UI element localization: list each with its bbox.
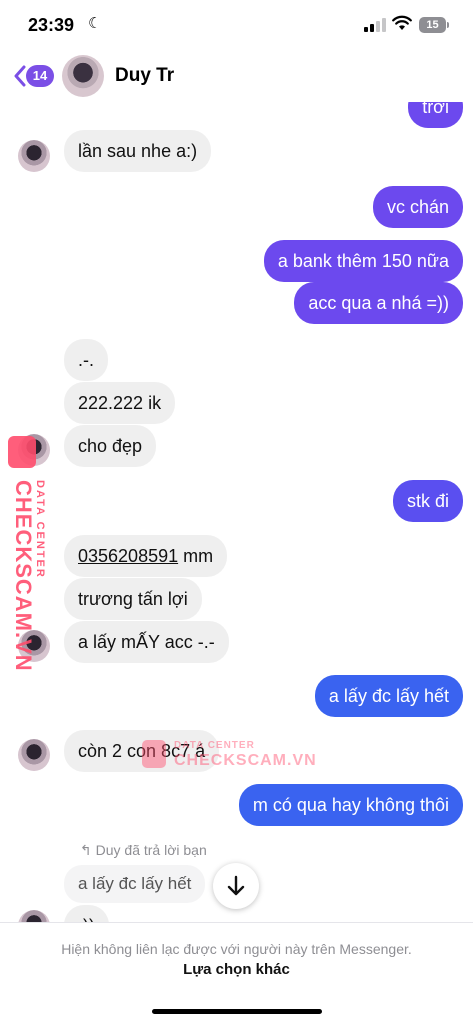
- watermark-brand: CHECKSCAM.VN: [11, 480, 36, 672]
- message-outgoing[interactable]: m có qua hay không thôi: [238, 784, 463, 826]
- status-time: 23:39: [28, 15, 75, 35]
- message-incoming[interactable]: cho đẹp: [64, 425, 157, 467]
- battery-tip: [447, 22, 449, 28]
- status-bar: 23:39 ☾ 15: [0, 0, 473, 50]
- message-outgoing[interactable]: a bank thêm 150 nữa: [263, 240, 463, 282]
- message-outgoing[interactable]: stk đi: [392, 480, 463, 522]
- message-incoming[interactable]: :)): [64, 905, 109, 922]
- message-outgoing[interactable]: acc qua a nhá =)): [294, 282, 463, 324]
- sender-avatar[interactable]: [18, 739, 50, 771]
- message-incoming[interactable]: 222.222 ik: [64, 382, 176, 424]
- chevron-left-icon: [14, 65, 26, 87]
- message-outgoing[interactable]: vc chán: [372, 186, 463, 228]
- message-incoming[interactable]: .-.: [64, 339, 108, 381]
- arrow-down-icon: [227, 875, 245, 896]
- message-text: mm: [178, 546, 214, 566]
- message-outgoing[interactable]: a lấy đc lấy hết: [314, 675, 463, 717]
- message-outgoing[interactable]: trời: [408, 102, 463, 128]
- wifi-icon: [392, 15, 412, 30]
- watermark-sub: DATA CENTER: [34, 480, 46, 579]
- phone-number-link[interactable]: 0356208591: [78, 546, 178, 566]
- reply-indicator-text: Duy đã trả lời bạn: [95, 842, 207, 858]
- cellular-signal-icon: [364, 18, 386, 32]
- battery-indicator: 15: [419, 17, 446, 33]
- chat-header: 14 Duy Tr: [0, 50, 473, 102]
- watermark-lock-icon: [8, 436, 36, 468]
- back-button[interactable]: 14: [14, 63, 54, 89]
- unread-count-badge: 14: [26, 65, 54, 87]
- watermark-center: DATA CENTER CHECKSCAM.VN: [140, 738, 316, 778]
- watermark-lock-icon: [142, 740, 166, 768]
- watermark-sub: DATA CENTER: [174, 740, 255, 751]
- unavailable-notice: Hiện không liên lạc được với người này t…: [61, 941, 412, 957]
- watermark-brand: CHECKSCAM.VN: [174, 752, 317, 769]
- reply-arrow-icon: ↰: [80, 842, 96, 858]
- watermark-vertical: CHECKSCAM.VN DATA CENTER: [4, 436, 46, 672]
- reply-indicator: ↰ Duy đã trả lời bạn: [80, 842, 207, 859]
- moon-icon: ☾: [88, 15, 102, 32]
- sender-avatar[interactable]: [18, 910, 50, 922]
- message-incoming[interactable]: lần sau nhe a:): [64, 130, 212, 172]
- message-incoming-phone[interactable]: 0356208591 mm: [64, 535, 228, 577]
- scroll-to-bottom-button[interactable]: [213, 863, 259, 909]
- home-indicator[interactable]: [152, 1009, 322, 1014]
- message-list[interactable]: trời lần sau nhe a:) vc chán a bank thêm…: [0, 102, 473, 922]
- sender-avatar[interactable]: [18, 140, 50, 172]
- contact-name[interactable]: Duy Tr: [115, 65, 174, 87]
- blocked-footer: Hiện không liên lạc được với người này t…: [0, 922, 473, 1024]
- message-incoming[interactable]: a lấy mẤY acc -.-: [64, 621, 229, 663]
- contact-avatar[interactable]: [62, 55, 104, 97]
- quoted-reply[interactable]: a lấy đc lấy hết: [64, 865, 206, 903]
- other-options-button[interactable]: Lựa chọn khác: [0, 961, 473, 978]
- message-incoming[interactable]: trương tấn lợi: [64, 578, 202, 620]
